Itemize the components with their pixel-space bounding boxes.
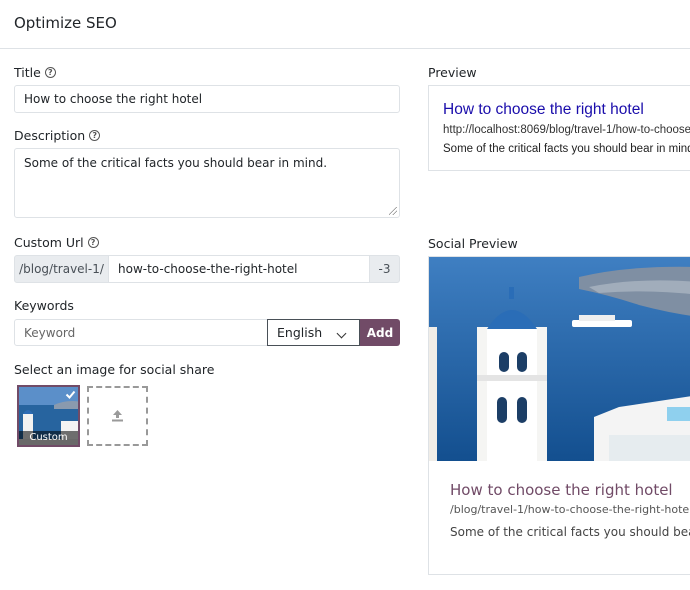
keyword-input[interactable]: Keyword <box>14 319 268 346</box>
social-preview-url: /blog/travel-1/how-to-choose-the-right-h… <box>450 503 690 516</box>
dialog-header: Optimize SEO <box>0 0 690 49</box>
description-textarea[interactable]: Some of the critical facts you should be… <box>14 148 400 218</box>
chevron-down-icon <box>336 328 347 339</box>
description-label: Description ? <box>14 128 101 143</box>
upload-icon <box>112 410 123 422</box>
thumbnail-label: Custom <box>19 431 78 445</box>
check-icon <box>65 390 76 399</box>
image-select-label: Select an image for social share <box>14 362 215 377</box>
social-preview-label: Social Preview <box>428 236 518 251</box>
custom-url-input[interactable]: how-to-choose-the-right-hotel <box>108 255 370 283</box>
dialog-title: Optimize SEO <box>14 14 117 32</box>
question-circle-icon[interactable]: ? <box>89 130 101 141</box>
url-prefix: /blog/travel-1/ <box>14 255 109 283</box>
search-preview-card: How to choose the right hotel http://loc… <box>428 85 690 171</box>
preview-description: Some of the critical facts you should be… <box>443 143 690 155</box>
preview-label: Preview <box>428 65 477 80</box>
preview-title: How to choose the right hotel <box>443 101 644 118</box>
question-circle-icon[interactable]: ? <box>87 237 99 248</box>
title-label: Title ? <box>14 65 56 80</box>
social-preview-title: How to choose the right hotel <box>450 481 673 499</box>
upload-image-button[interactable] <box>87 386 148 446</box>
custom-url-label: Custom Url ? <box>14 235 99 250</box>
social-image-thumbnail[interactable]: Custom <box>17 385 80 447</box>
preview-url: http://localhost:8069/blog/travel-1/how-… <box>443 124 690 136</box>
title-input[interactable]: How to choose the right hotel <box>14 85 400 113</box>
resize-grip-icon[interactable] <box>389 207 397 215</box>
question-circle-icon[interactable]: ? <box>44 67 56 78</box>
social-preview-description: Some of the critical facts you should be… <box>450 525 690 539</box>
keywords-label: Keywords <box>14 298 74 313</box>
social-preview-card: How to choose the right hotel /blog/trav… <box>428 256 690 575</box>
social-preview-image <box>429 257 690 461</box>
language-select[interactable]: English <box>267 319 360 346</box>
url-suffix: -3 <box>369 255 400 283</box>
add-keyword-button[interactable]: Add <box>360 319 400 346</box>
